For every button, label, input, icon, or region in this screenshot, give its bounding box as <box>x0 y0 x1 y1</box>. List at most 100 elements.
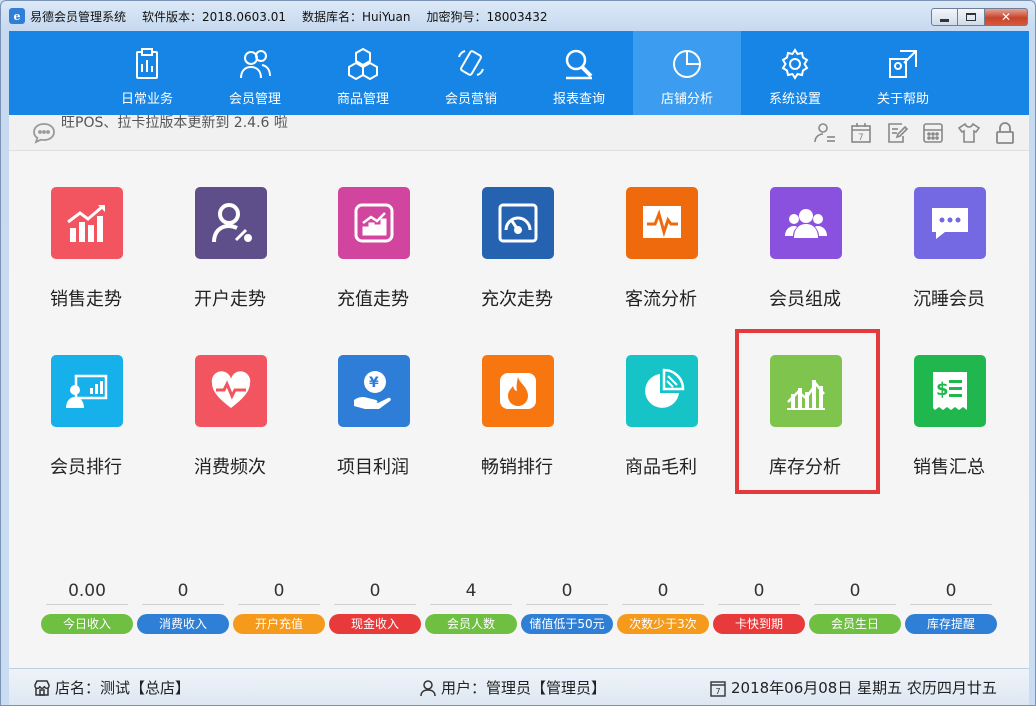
tile-label: 销售汇总 <box>913 457 985 478</box>
stat-value: 0 <box>814 579 896 605</box>
quick-tools: 7 <box>801 121 1017 145</box>
shop-icon <box>34 679 50 696</box>
close-icon: ✕ <box>1000 10 1012 24</box>
nav-system-settings[interactable]: 系统设置 <box>741 31 849 115</box>
tile-dormant-members[interactable]: 沉睡会员 <box>879 187 1019 327</box>
receipt-icon: $ <box>933 372 967 410</box>
svg-text:¥: ¥ <box>369 375 379 391</box>
calendar-icon: 7 <box>710 680 726 697</box>
nav-report-query[interactable]: 报表查询 <box>525 31 633 115</box>
nav-label: 会员管理 <box>228 92 281 107</box>
help-icon <box>889 50 917 78</box>
status-bar: 店名：测试【总店】 用户：管理员【管理员】 7 2018年06月08日 星期五 … <box>9 668 1029 705</box>
maximize-icon <box>966 13 976 21</box>
user-switch-icon[interactable] <box>813 121 837 145</box>
presentation-icon <box>66 374 108 408</box>
stat-inventory-alert[interactable]: 0 库存提醒 <box>903 579 999 634</box>
tile-label: 充值走势 <box>337 289 409 310</box>
tile-account-trend[interactable]: 开户走势 <box>160 187 300 327</box>
app-logo-icon: e <box>9 8 25 24</box>
stat-member-birthday[interactable]: 0 会员生日 <box>807 579 903 634</box>
stat-value: 0 <box>142 579 224 605</box>
nav-daily-business[interactable]: 日常业务 <box>93 31 201 115</box>
tile-bestseller-ranking[interactable]: 畅销排行 <box>447 355 587 495</box>
notice-text: 旺POS、拉卡拉版本更新到 2.4.6 啦 <box>61 115 288 131</box>
tile-project-profit[interactable]: ¥ 项目利润 <box>303 355 443 495</box>
svg-text:$: $ <box>936 379 949 400</box>
tile-label: 消费频次 <box>194 457 266 478</box>
highlight-box <box>735 329 880 494</box>
recharge-trend-icon <box>354 203 394 243</box>
stat-member-count[interactable]: 4 会员人数 <box>423 579 519 634</box>
stat-value: 0.00 <box>46 579 128 605</box>
calculator-icon[interactable] <box>921 121 945 145</box>
stat-value: 0 <box>238 579 320 605</box>
lock-icon[interactable] <box>993 121 1017 145</box>
message-icon <box>33 123 55 144</box>
stat-badge: 储值低于50元 <box>521 614 613 634</box>
nav-label: 店铺分析 <box>660 92 713 107</box>
pie-chart-icon <box>673 50 701 78</box>
svg-text:7: 7 <box>858 133 864 143</box>
nav-product-management[interactable]: 商品管理 <box>309 31 417 115</box>
tile-label: 项目利润 <box>337 457 409 478</box>
calendar-icon[interactable]: 7 <box>849 121 873 145</box>
stat-badge: 会员生日 <box>809 614 901 634</box>
stat-low-count[interactable]: 0 次数少于3次 <box>615 579 711 634</box>
nav-label: 会员营销 <box>444 92 497 107</box>
shirt-icon[interactable] <box>957 121 981 145</box>
money-hand-icon: ¥ <box>354 371 391 409</box>
app-window: e 易德会员管理系统 软件版本：2018.0603.01 数据库名：HuiYua… <box>0 0 1036 706</box>
stat-badge: 库存提醒 <box>905 614 997 634</box>
tile-label: 商品毛利 <box>625 457 697 478</box>
nav-member-management[interactable]: 会员管理 <box>201 31 309 115</box>
stat-low-balance[interactable]: 0 储值低于50元 <box>519 579 615 634</box>
stat-badge: 开户充值 <box>233 614 325 634</box>
dongle-number: 加密狗号：18003432 <box>426 9 548 24</box>
tile-gross-profit[interactable]: 商品毛利 <box>591 355 731 495</box>
nav-label: 报表查询 <box>552 92 605 107</box>
nav-about-help[interactable]: 关于帮助 <box>849 31 957 115</box>
tile-recharge-trend[interactable]: 充值走势 <box>303 187 443 327</box>
minimize-button[interactable] <box>931 8 958 26</box>
sales-trend-icon <box>67 205 105 242</box>
tile-sales-trend[interactable]: 销售走势 <box>16 187 156 327</box>
tile-count-trend[interactable]: 充次走势 <box>447 187 587 327</box>
stat-today-income[interactable]: 0.00 今日收入 <box>39 579 135 634</box>
app-name: 易德会员管理系统 <box>30 9 127 24</box>
stat-value: 4 <box>430 579 512 605</box>
tile-icon-bg <box>51 187 123 259</box>
phone-icon <box>458 50 484 76</box>
software-version: 软件版本：2018.0603.01 <box>142 9 286 24</box>
tile-sales-summary[interactable]: $ 销售汇总 <box>879 355 1019 495</box>
nav-store-analysis[interactable]: 店铺分析 <box>633 31 741 115</box>
tile-icon-bg <box>626 355 698 427</box>
current-date: 2018年06月08日 星期五 农历四月廿五 <box>731 679 997 697</box>
nav-label: 商品管理 <box>336 92 389 107</box>
heart-pulse-icon <box>211 371 251 408</box>
tile-member-composition[interactable]: 会员组成 <box>735 187 875 327</box>
tile-traffic-analysis[interactable]: 客流分析 <box>591 187 731 327</box>
tile-consumption-frequency[interactable]: 消费频次 <box>160 355 300 495</box>
window-controls: ✕ <box>931 8 1028 26</box>
stat-badge: 消费收入 <box>137 614 229 634</box>
fire-icon <box>500 373 536 409</box>
stats-row: 0.00 今日收入 0 消费收入 0 开户充值 0 现金收入 4 会员人数 0 … <box>39 579 999 639</box>
status-shop: 店名：测试【总店】 <box>33 677 190 698</box>
close-button[interactable]: ✕ <box>985 8 1028 26</box>
tile-label: 销售走势 <box>50 289 122 310</box>
maximize-button[interactable] <box>958 8 985 26</box>
stat-opening-recharge[interactable]: 0 开户充值 <box>231 579 327 634</box>
tile-icon-bg <box>482 187 554 259</box>
edit-note-icon[interactable] <box>885 121 909 145</box>
stat-cash-income[interactable]: 0 现金收入 <box>327 579 423 634</box>
tile-member-ranking[interactable]: 会员排行 <box>16 355 156 495</box>
nav-member-marketing[interactable]: 会员营销 <box>417 31 525 115</box>
stat-card-expiring[interactable]: 0 卡快到期 <box>711 579 807 634</box>
tile-label: 充次走势 <box>481 289 553 310</box>
stat-consumption-income[interactable]: 0 消费收入 <box>135 579 231 634</box>
boxes-icon <box>348 47 378 81</box>
database-name: 数据库名：HuiYuan <box>302 9 411 24</box>
stat-value: 0 <box>622 579 704 605</box>
tile-icon-bg <box>195 355 267 427</box>
